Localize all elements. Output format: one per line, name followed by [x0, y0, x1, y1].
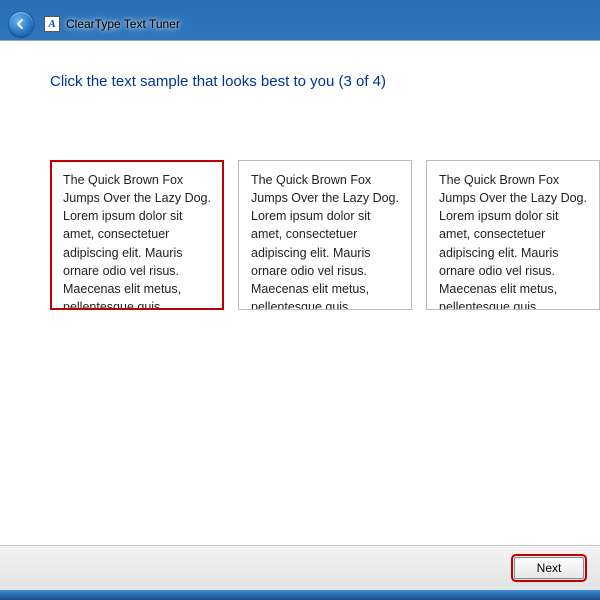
- wizard-window: A ClearType Text Tuner Click the text sa…: [0, 8, 600, 590]
- page-heading: Click the text sample that looks best to…: [50, 73, 600, 90]
- content-area: Click the text sample that looks best to…: [0, 40, 600, 590]
- bottom-frame-glow: [0, 590, 600, 600]
- text-sample-3[interactable]: The Quick Brown Fox Jumps Over the Lazy …: [426, 160, 600, 310]
- content-inner: Click the text sample that looks best to…: [0, 41, 600, 545]
- next-button[interactable]: Next: [514, 557, 584, 579]
- back-arrow-icon: [15, 18, 27, 30]
- app-icon: A: [44, 16, 60, 32]
- window-title: ClearType Text Tuner: [66, 17, 180, 31]
- back-button[interactable]: [8, 11, 34, 37]
- sample-row: The Quick Brown Fox Jumps Over the Lazy …: [50, 160, 600, 310]
- wizard-footer: Next: [0, 545, 600, 590]
- titlebar: A ClearType Text Tuner: [0, 8, 600, 40]
- text-sample-2[interactable]: The Quick Brown Fox Jumps Over the Lazy …: [238, 160, 412, 310]
- text-sample-1[interactable]: The Quick Brown Fox Jumps Over the Lazy …: [50, 160, 224, 310]
